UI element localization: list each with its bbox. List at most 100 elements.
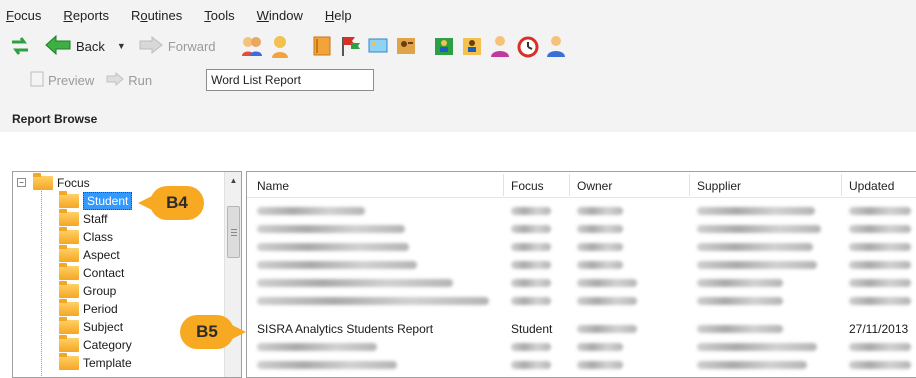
tree-item-subject[interactable]: Subject: [59, 317, 123, 336]
menu-help[interactable]: Help: [325, 8, 352, 23]
table-row-redacted[interactable]: [247, 238, 916, 256]
report-name-field[interactable]: Word List Report: [206, 69, 375, 91]
tree-item-aspect[interactable]: Aspect: [59, 245, 120, 264]
subject-people-icon[interactable]: [488, 34, 512, 58]
staff-person-icon[interactable]: [268, 34, 292, 58]
redacted-text: [577, 343, 623, 351]
redacted-text: [511, 225, 551, 233]
redacted-text: [257, 261, 417, 269]
class-board-icon[interactable]: [366, 34, 390, 58]
cell-report-name: SISRA Analytics Students Report: [257, 322, 434, 336]
redacted-text: [511, 279, 551, 287]
redacted-text: [697, 279, 783, 287]
tree-item-group[interactable]: Group: [59, 281, 116, 300]
redacted-text: [849, 243, 911, 251]
column-header-updated[interactable]: Updated: [849, 179, 894, 193]
table-row-redacted[interactable]: [247, 356, 916, 374]
redacted-text: [697, 325, 783, 333]
redacted-text: [577, 279, 637, 287]
redacted-text: [697, 261, 817, 269]
group-book-icon[interactable]: [432, 34, 456, 58]
tree-item-focus[interactable]: Focus: [33, 173, 90, 192]
folder-icon: [59, 263, 79, 280]
tree-item-template[interactable]: Template: [59, 353, 132, 372]
tree-item-contact[interactable]: Contact: [59, 263, 124, 282]
scroll-up-icon[interactable]: ▲: [225, 172, 241, 189]
run-button[interactable]: Run: [106, 71, 152, 89]
timer-icon[interactable]: [516, 34, 540, 58]
column-header-supplier[interactable]: Supplier: [697, 179, 741, 193]
column-header-focus[interactable]: Focus: [511, 179, 544, 193]
back-arrow-icon: [44, 34, 72, 59]
table-row-redacted[interactable]: [247, 338, 916, 356]
table-row-redacted[interactable]: [247, 256, 916, 274]
redacted-text: [849, 343, 911, 351]
menu-routines[interactable]: Routines: [131, 8, 182, 23]
folder-icon: [59, 353, 79, 370]
redacted-text: [577, 361, 623, 369]
menu-window[interactable]: Window: [257, 8, 303, 23]
menu-reports[interactable]: Reports: [63, 8, 109, 23]
redacted-text: [697, 243, 813, 251]
tree-item-class[interactable]: Class: [59, 227, 113, 246]
redacted-text: [257, 225, 405, 233]
students-group-icon[interactable]: [240, 34, 264, 58]
preview-icon: [30, 71, 44, 90]
user-icon[interactable]: [544, 34, 568, 58]
table-row-sisra-report[interactable]: SISRA Analytics Students Report Student …: [247, 320, 916, 338]
menu-tools[interactable]: Tools: [204, 8, 234, 23]
redacted-text: [849, 207, 911, 215]
toolbar: Back ▼ Forward: [0, 30, 916, 62]
forward-arrow-icon: [138, 35, 164, 58]
redacted-text: [511, 261, 551, 269]
forward-button[interactable]: Forward: [138, 35, 216, 58]
redacted-text: [257, 207, 365, 215]
folder-icon: [59, 335, 79, 352]
column-header-owner[interactable]: Owner: [577, 179, 612, 193]
back-dropdown-icon[interactable]: ▼: [117, 41, 126, 51]
redacted-text: [577, 261, 623, 269]
table-row-redacted[interactable]: [247, 274, 916, 292]
table-row-redacted[interactable]: [247, 220, 916, 238]
redacted-text: [577, 243, 623, 251]
scroll-thumb[interactable]: [227, 206, 240, 258]
folder-icon: [59, 281, 79, 298]
redacted-text: [849, 361, 911, 369]
column-divider: [569, 174, 570, 196]
redacted-text: [697, 297, 783, 305]
period-book-icon[interactable]: [460, 34, 484, 58]
list-header: Name Focus Owner Supplier Updated: [247, 172, 916, 198]
redacted-text: [849, 225, 911, 233]
redacted-text: [697, 207, 815, 215]
flags-icon[interactable]: [338, 34, 362, 58]
menu-focus[interactable]: Focus: [6, 8, 41, 23]
folder-icon: [59, 227, 79, 244]
tree-item-period[interactable]: Period: [59, 299, 118, 318]
tree-item-category[interactable]: Category: [59, 335, 132, 354]
preview-button[interactable]: Preview: [30, 71, 94, 90]
redacted-text: [511, 297, 551, 305]
switch-focus-icon[interactable]: [8, 34, 32, 58]
collapse-toggle-icon[interactable]: −: [17, 178, 26, 187]
book-icon[interactable]: [310, 34, 334, 58]
run-bar: Preview Run Word List Report: [0, 62, 916, 98]
redacted-text: [511, 243, 551, 251]
column-header-name[interactable]: Name: [257, 179, 289, 193]
table-row-redacted[interactable]: [247, 202, 916, 220]
column-divider: [689, 174, 690, 196]
column-divider: [841, 174, 842, 196]
folder-icon: [59, 245, 79, 262]
table-row-redacted[interactable]: [247, 292, 916, 310]
contact-card-icon[interactable]: [394, 34, 418, 58]
redacted-text: [257, 243, 409, 251]
redacted-text: [257, 297, 489, 305]
back-button[interactable]: Back: [44, 34, 105, 59]
redacted-text: [577, 207, 623, 215]
tree-scrollbar[interactable]: ▲: [224, 172, 241, 377]
column-divider: [503, 174, 504, 196]
tree-item-student[interactable]: Student: [59, 191, 133, 210]
cell-focus: Student: [511, 322, 553, 336]
grip-line: [231, 229, 237, 230]
tree-item-staff[interactable]: Staff: [59, 209, 107, 228]
redacted-text: [697, 361, 807, 369]
